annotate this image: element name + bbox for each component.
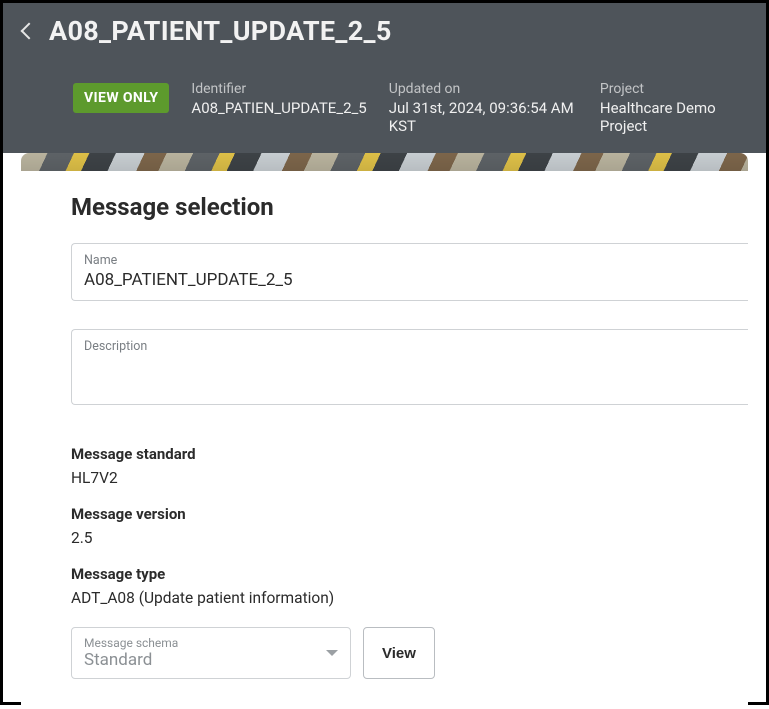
chevron-down-icon bbox=[326, 650, 338, 656]
section-title: Message selection bbox=[71, 193, 748, 221]
updated-label: Updated on bbox=[389, 81, 578, 97]
message-schema-select[interactable]: Message schema Standard bbox=[71, 627, 351, 679]
view-only-badge: VIEW ONLY bbox=[73, 83, 169, 113]
message-version-value: 2.5 bbox=[71, 529, 748, 547]
message-schema-label: Message schema bbox=[84, 636, 338, 650]
message-version-label: Message version bbox=[71, 505, 748, 523]
message-standard-label: Message standard bbox=[71, 445, 748, 463]
name-label: Name bbox=[84, 253, 736, 268]
message-standard-value: HL7V2 bbox=[71, 469, 748, 487]
decorative-strip bbox=[21, 153, 748, 171]
identifier-label: Identifier bbox=[191, 81, 366, 97]
message-type-group: Message type ADT_A08 (Update patient inf… bbox=[71, 565, 748, 607]
back-chevron-icon[interactable] bbox=[21, 23, 38, 40]
name-value: A08_PATIENT_UPDATE_2_5 bbox=[84, 270, 736, 290]
project-label: Project bbox=[600, 81, 746, 97]
project-value: Healthcare Demo Project bbox=[600, 99, 746, 135]
name-field: Name A08_PATIENT_UPDATE_2_5 bbox=[71, 243, 748, 301]
message-type-label: Message type bbox=[71, 565, 748, 583]
message-version-group: Message version 2.5 bbox=[71, 505, 748, 547]
meta-row: VIEW ONLY Identifier A08_PATIEN_UPDATE_2… bbox=[23, 81, 746, 135]
page-title: A08_PATIENT_UPDATE_2_5 bbox=[49, 15, 392, 47]
project-block: Project Healthcare Demo Project bbox=[600, 81, 746, 135]
message-type-value: ADT_A08 (Update patient information) bbox=[71, 589, 748, 607]
title-row: A08_PATIENT_UPDATE_2_5 bbox=[23, 15, 746, 47]
updated-block: Updated on Jul 31st, 2024, 09:36:54 AM K… bbox=[389, 81, 578, 135]
header: A08_PATIENT_UPDATE_2_5 VIEW ONLY Identif… bbox=[3, 3, 766, 153]
content: Message selection Name A08_PATIENT_UPDAT… bbox=[21, 171, 748, 709]
message-schema-value: Standard bbox=[84, 650, 338, 670]
schema-row: Message schema Standard View bbox=[71, 627, 748, 679]
identifier-block: Identifier A08_PATIEN_UPDATE_2_5 bbox=[191, 81, 366, 117]
message-standard-group: Message standard HL7V2 bbox=[71, 445, 748, 487]
description-field: Description bbox=[71, 329, 748, 405]
description-label: Description bbox=[84, 339, 736, 354]
identifier-value: A08_PATIEN_UPDATE_2_5 bbox=[191, 99, 366, 117]
updated-value: Jul 31st, 2024, 09:36:54 AM KST bbox=[389, 99, 578, 135]
view-button[interactable]: View bbox=[363, 627, 435, 679]
